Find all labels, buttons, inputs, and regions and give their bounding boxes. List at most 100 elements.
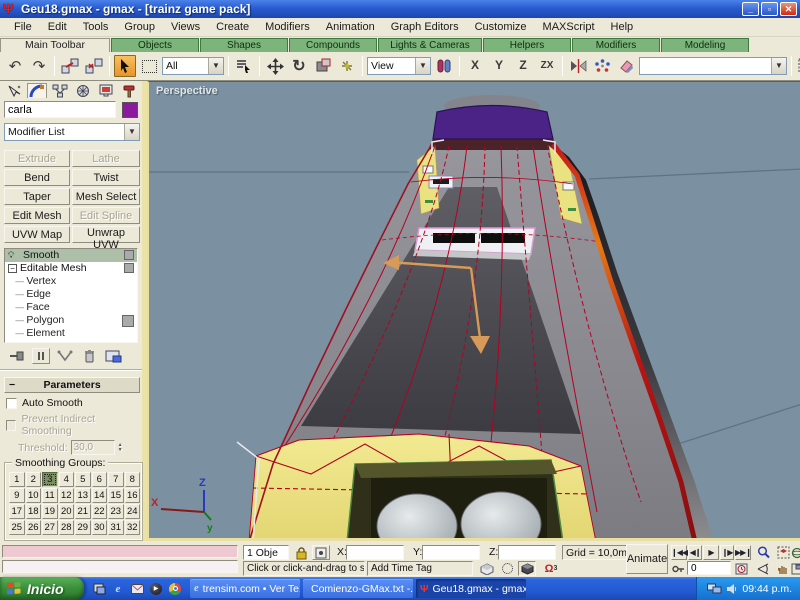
smoothing-group-button[interactable]: 24 xyxy=(125,504,141,519)
menu-item[interactable]: Edit xyxy=(40,19,75,35)
toolbar-tab[interactable]: Lights & Cameras xyxy=(378,38,482,52)
utilities-tab-icon[interactable] xyxy=(119,83,139,98)
play-animation-icon[interactable]: ▶ xyxy=(703,545,719,560)
toolbar-tab[interactable]: Objects xyxy=(111,38,199,52)
smoothing-group-button[interactable]: 29 xyxy=(75,520,91,535)
add-time-tag[interactable]: Add Time Tag xyxy=(367,561,473,576)
media-player-icon[interactable]: ▶ xyxy=(149,582,163,596)
toolbar-tab[interactable]: Modeling xyxy=(661,38,749,52)
menu-item[interactable]: Help xyxy=(603,19,642,35)
smoothing-group-button[interactable]: 28 xyxy=(59,520,75,535)
mesh-select-button[interactable]: Mesh Select xyxy=(72,188,140,205)
restrict-z-button[interactable]: Z xyxy=(512,56,534,76)
object-color-swatch[interactable] xyxy=(122,102,138,118)
close-button[interactable]: ✕ xyxy=(780,2,797,16)
macro-recorder-strip[interactable] xyxy=(2,545,238,558)
hierarchy-tab-icon[interactable] xyxy=(50,83,70,98)
toolbar-tab[interactable]: Compounds xyxy=(289,38,377,52)
smoothing-group-button[interactable]: 26 xyxy=(26,520,42,535)
spinner-arrows-icon[interactable]: ▲▼ xyxy=(118,443,123,453)
stack-subobject-item[interactable]: Vertex xyxy=(5,275,137,288)
network-icon[interactable] xyxy=(707,583,722,595)
restrict-plane-button[interactable]: ZX xyxy=(536,56,558,76)
use-center-flyout-icon[interactable] xyxy=(433,55,455,77)
extrude-button[interactable]: Extrude xyxy=(4,150,70,167)
roof-vent-large[interactable] xyxy=(413,228,535,260)
zoom-icon[interactable] xyxy=(754,545,772,560)
edit-mesh-button[interactable]: Edit Mesh xyxy=(4,207,70,224)
prevent-smoothing-checkbox[interactable] xyxy=(6,420,16,431)
uvw-map-button[interactable]: UVW Map xyxy=(4,226,70,243)
animate-button[interactable]: Animate xyxy=(626,544,668,574)
smoothing-group-button[interactable]: 9 xyxy=(9,488,25,503)
stack-subobject-item[interactable]: Face xyxy=(5,301,137,314)
select-and-move-icon[interactable] xyxy=(264,55,286,77)
auto-smooth-checkbox[interactable] xyxy=(6,398,17,409)
smoothing-group-button[interactable]: 7 xyxy=(108,472,124,487)
show-end-result-icon[interactable] xyxy=(32,348,50,364)
menu-item[interactable]: Graph Editors xyxy=(383,19,467,35)
bend-button[interactable]: Bend xyxy=(4,169,70,186)
link-icon[interactable] xyxy=(59,55,81,77)
selection-region-icon[interactable] xyxy=(138,55,160,77)
menu-item[interactable]: Customize xyxy=(467,19,535,35)
mirror-icon[interactable] xyxy=(567,55,589,77)
stack-subobject-item[interactable]: Edge xyxy=(5,288,137,301)
y-coord-field[interactable] xyxy=(422,545,480,560)
modifier-state-icon[interactable] xyxy=(124,250,134,260)
pin-stack-icon[interactable] xyxy=(8,348,26,364)
next-frame-icon[interactable]: ❙▶ xyxy=(720,545,734,560)
smoothing-group-button[interactable]: 22 xyxy=(92,504,108,519)
remove-modifier-icon[interactable] xyxy=(80,348,98,364)
smoothing-group-button[interactable]: 16 xyxy=(125,488,141,503)
smoothing-group-button[interactable]: 3 xyxy=(42,472,58,487)
select-and-scale-icon[interactable] xyxy=(312,55,334,77)
smoothing-group-button[interactable]: 6 xyxy=(92,472,108,487)
viewport-canvas[interactable]: Z X y xyxy=(149,82,800,541)
menu-item[interactable]: Create xyxy=(208,19,257,35)
selection-region-cycle-icon[interactable] xyxy=(498,561,516,576)
smoothing-group-button[interactable]: 32 xyxy=(125,520,141,535)
smoothing-group-button[interactable]: 1 xyxy=(9,472,25,487)
snap-toggle-3d-icon[interactable] xyxy=(518,561,536,576)
menu-item[interactable]: MAXScript xyxy=(535,19,603,35)
menu-item[interactable]: File xyxy=(6,19,40,35)
parameters-rollout-header[interactable]: − Parameters xyxy=(4,377,140,393)
modifier-list-dropdown[interactable]: Modifier List ▼ xyxy=(4,123,140,141)
field-of-view-icon[interactable] xyxy=(754,561,772,576)
toolbar-tab[interactable]: Main Toolbar xyxy=(0,38,110,52)
restore-button[interactable]: ▫ xyxy=(761,2,778,16)
toolbar-tab[interactable]: Shapes xyxy=(200,38,288,52)
smoothing-group-button[interactable]: 10 xyxy=(26,488,42,503)
object-name-field[interactable] xyxy=(4,101,116,118)
stack-item-smooth[interactable]: 💡︎ Smooth xyxy=(5,249,137,262)
modifier-state-icon[interactable] xyxy=(124,263,134,273)
menu-item[interactable]: Modifiers xyxy=(257,19,318,35)
menu-item[interactable]: Group xyxy=(116,19,163,35)
x-coord-field[interactable] xyxy=(346,545,404,560)
taper-button[interactable]: Taper xyxy=(4,188,70,205)
named-selection-dropdown[interactable]: ▼ xyxy=(639,57,787,75)
smoothing-group-button[interactable]: 8 xyxy=(125,472,141,487)
toolbar-tab[interactable]: Helpers xyxy=(483,38,571,52)
absolute-offset-toggle-icon[interactable] xyxy=(312,545,330,560)
smoothing-group-button[interactable]: 13 xyxy=(75,488,91,503)
z-coord-field[interactable] xyxy=(498,545,556,560)
start-button[interactable]: Inicio xyxy=(0,577,84,600)
unwrap-uvw-button[interactable]: Unwrap UVW xyxy=(72,226,140,243)
motion-tab-icon[interactable] xyxy=(73,83,93,98)
smoothing-group-button[interactable]: 27 xyxy=(42,520,58,535)
selection-lock-icon[interactable] xyxy=(292,545,310,560)
lightbulb-icon[interactable]: 💡︎ xyxy=(8,249,20,262)
menu-item[interactable]: Views xyxy=(163,19,208,35)
edit-spline-button[interactable]: Edit Spline xyxy=(72,207,140,224)
smoothing-group-button[interactable]: 20 xyxy=(59,504,75,519)
smoothing-group-button[interactable]: 4 xyxy=(59,472,75,487)
create-tab-icon[interactable] xyxy=(4,83,24,98)
collapse-icon[interactable]: − xyxy=(8,264,17,273)
restrict-x-button[interactable]: X xyxy=(464,56,486,76)
menu-item[interactable]: Animation xyxy=(318,19,383,35)
smoothing-group-button[interactable]: 21 xyxy=(75,504,91,519)
toolbar-tab[interactable]: Modifiers xyxy=(572,38,660,52)
current-frame-field[interactable] xyxy=(687,561,731,575)
